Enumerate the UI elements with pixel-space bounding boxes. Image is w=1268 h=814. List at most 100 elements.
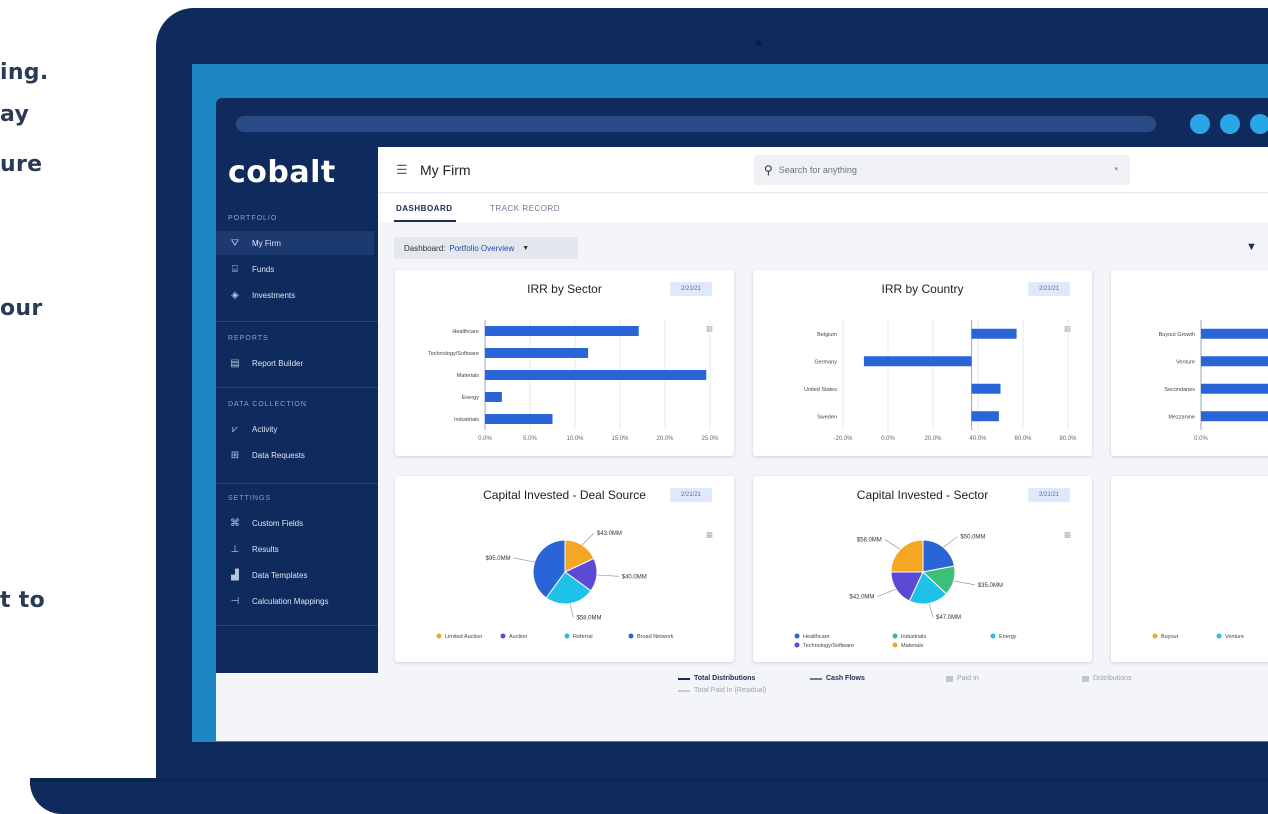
- bar[interactable]: [485, 326, 639, 336]
- category-label: Healthcare: [452, 329, 479, 335]
- tab-dashboard[interactable]: DASHBOARD: [396, 204, 453, 213]
- bar[interactable]: [971, 383, 1001, 394]
- nav-divider: [216, 321, 378, 322]
- tab-track-record[interactable]: TRACK RECORD: [490, 204, 560, 213]
- category-label: Venture: [1176, 359, 1195, 365]
- legend-item[interactable]: Total Paid In (Residual): [678, 687, 766, 694]
- chart-card-capital-inve: Capital Inve$165.0MMBuyoutVenture: [1111, 476, 1268, 662]
- window-dot-icon[interactable]: [1220, 114, 1240, 134]
- bar[interactable]: [1201, 328, 1268, 339]
- legend-label[interactable]: Technology/Software: [803, 643, 854, 649]
- category-label: Secondaries: [1164, 387, 1195, 393]
- bar[interactable]: [485, 370, 707, 380]
- hamburger-menu-icon[interactable]: ☰: [396, 162, 408, 178]
- address-bar[interactable]: [236, 116, 1156, 132]
- legend-marker: [500, 633, 506, 639]
- legend-box-swatch: [946, 675, 953, 682]
- legend-marker: [892, 633, 898, 639]
- legend-label[interactable]: Energy: [999, 634, 1017, 640]
- chevron-down-icon: ▼: [522, 244, 530, 252]
- legend-item[interactable]: Total Distributions: [678, 675, 755, 682]
- category-label: United States: [804, 387, 837, 393]
- bar[interactable]: [485, 414, 553, 424]
- bar-chart-svg: 0.0% 5.0% 10.0% 15.0% 20.0% 25.0% Healthcare Te…: [428, 320, 719, 442]
- data-label: $50.0MM: [960, 535, 985, 541]
- sidebar-item-custom-fields[interactable]: ⌘ Custom Fields: [216, 511, 374, 535]
- category-label: Technology/Software: [428, 351, 479, 357]
- sidebar-item-data-requests[interactable]: ⊞ Data Requests: [216, 443, 374, 467]
- sidebar-item-calculation-mappings[interactable]: ⊣ Calculation Mappings: [216, 589, 374, 613]
- chart-card-irr-country: IRR by Country2/21/21≡-20.0%0.0%20.0%40.…: [753, 270, 1092, 456]
- sidebar-item-data-templates[interactable]: ▟ Data Templates: [216, 563, 374, 587]
- sidebar-item-report-builder[interactable]: ▤ Report Builder: [216, 351, 374, 375]
- x-tick-label: 0.0%: [478, 436, 492, 442]
- investments-icon: ◈: [231, 289, 239, 301]
- data-label: $40.0MM: [622, 574, 647, 580]
- sidebar: cobalt PORTFOLIO ⛛ My Firm ⌸ Funds ◈ Inv…: [216, 147, 378, 673]
- chart-card-capital-sector: Capital Invested - Sector 2/21/21 ≡ $50.0MM…: [753, 476, 1092, 662]
- bar[interactable]: [1201, 411, 1268, 422]
- logo[interactable]: cobalt: [228, 155, 336, 190]
- bar[interactable]: [971, 411, 999, 422]
- bar[interactable]: [863, 356, 972, 367]
- bar[interactable]: [1201, 356, 1268, 367]
- legend-label[interactable]: Buyout: [1161, 634, 1179, 640]
- data-label: $95.0MM: [486, 556, 511, 562]
- chart-card-irr-sector: IRR by Sector2/21/21≡0.0%5.0%10.0%15.0%2…: [395, 270, 734, 456]
- legend-item[interactable]: Paid In: [946, 675, 979, 682]
- legend-label[interactable]: Limited Auction: [445, 634, 482, 640]
- legend-item-label: Distributions: [1093, 675, 1132, 682]
- category-label: Energy: [462, 395, 480, 401]
- pie-slice[interactable]: [890, 539, 924, 573]
- sidebar-item-investments[interactable]: ◈ Investments: [216, 283, 374, 307]
- legend-marker: [564, 633, 570, 639]
- bar-chart-svg: -20.0% 0.0% 20.0% 40.0% 60.0% 80.0% Belgium Ger…: [804, 320, 1077, 442]
- nav-section-portfolio: PORTFOLIO: [228, 215, 278, 222]
- data-label: $58.0MM: [576, 615, 601, 621]
- nav-divider: [216, 387, 378, 388]
- leader-line: [928, 603, 934, 618]
- bar[interactable]: [485, 348, 589, 358]
- sidebar-item-activity[interactable]: ⩗ Activity: [216, 417, 374, 441]
- bar[interactable]: [1201, 383, 1268, 394]
- category-label: Germany: [814, 359, 837, 365]
- legend-line-swatch: [678, 677, 690, 680]
- x-tick-label: 0.0%: [881, 436, 895, 442]
- legend-item[interactable]: Distributions: [1082, 675, 1132, 682]
- legend-label[interactable]: Referral: [573, 634, 593, 640]
- marketing-text-1: ing.: [0, 60, 49, 85]
- dashboard-select-label: Dashboard:: [404, 243, 446, 253]
- search-dropdown-icon[interactable]: ▾: [1114, 165, 1118, 173]
- sidebar-item-results[interactable]: ⊥ Results: [216, 537, 374, 561]
- pie-chart-svg: $165.0MMBuyoutVenture: [1152, 633, 1244, 640]
- x-tick-label: 80.0%: [1059, 436, 1077, 442]
- sidebar-item-label: Investments: [252, 290, 296, 300]
- legend-label[interactable]: Materials: [901, 643, 924, 649]
- window-dot-icon[interactable]: [1250, 114, 1268, 134]
- bar[interactable]: [971, 328, 1017, 339]
- chart-card-capital-deal-source: Capital Invested - Deal Source 2/21/21 ≡ $4…: [395, 476, 734, 662]
- legend-label[interactable]: Venture: [1225, 634, 1244, 640]
- data-label: $47.0MM: [936, 615, 961, 621]
- sidebar-item-label: Report Builder: [252, 358, 304, 368]
- legend-label[interactable]: Industrials: [901, 634, 926, 640]
- legend-item[interactable]: Cash Flows: [810, 675, 865, 682]
- x-tick-label: -20.0%: [833, 436, 853, 442]
- nav-divider: [216, 625, 378, 626]
- tab-bar: DASHBOARD TRACK RECORD: [378, 194, 1268, 222]
- sidebar-item-funds[interactable]: ⌸ Funds: [216, 257, 374, 281]
- legend-label[interactable]: Healthcare: [803, 634, 830, 640]
- legend-label[interactable]: Broad Network: [637, 634, 674, 640]
- sidebar-item-my-firm[interactable]: ⛛ My Firm: [216, 231, 374, 255]
- legend-item-label: Total Distributions: [694, 675, 756, 682]
- filter-icon[interactable]: ▼: [1246, 241, 1257, 253]
- legend-label[interactable]: Auction: [509, 634, 527, 640]
- firm-icon: ⛛: [230, 237, 240, 249]
- x-tick-label: 20.0%: [656, 436, 674, 442]
- window-dot-icon[interactable]: [1190, 114, 1210, 134]
- nav-section-data-collection: DATA COLLECTION: [228, 401, 307, 408]
- bar[interactable]: [485, 392, 502, 402]
- search-input[interactable]: ⚲ Search for anything ▾: [754, 155, 1130, 185]
- x-tick-label: 0.0%: [1194, 436, 1208, 442]
- dashboard-select[interactable]: Dashboard: Portfolio Overview ▼: [394, 237, 578, 259]
